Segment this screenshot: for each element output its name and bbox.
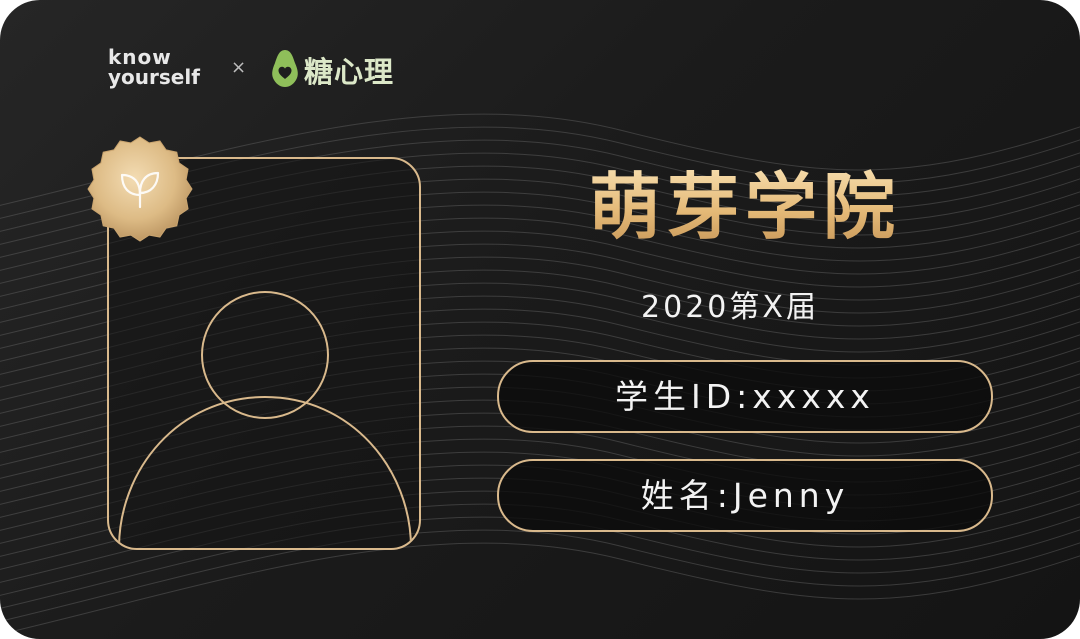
partner-logo-text: 糖心理 (304, 55, 395, 89)
knowyourself-logo-line2: yourself (108, 65, 200, 89)
school-name: 萌芽学院 (560, 167, 930, 247)
leaf-sprout-icon (87, 136, 193, 242)
student-id-card: know yourself × 糖心理 萌芽学院 2020第X届 学生ID:xx… (0, 0, 1080, 639)
class-year: 2020第X届 (641, 290, 819, 325)
knowyourself-logo-line1: know (108, 45, 172, 69)
avocado-heart-icon (272, 50, 298, 87)
knowyourself-logo: know yourself (108, 47, 212, 93)
wave-line (0, 542, 1080, 635)
logo-separator: × (231, 57, 247, 78)
student-id-field: 学生ID:xxxxx (497, 360, 993, 433)
student-name-field: 姓名:Jenny (497, 459, 993, 532)
